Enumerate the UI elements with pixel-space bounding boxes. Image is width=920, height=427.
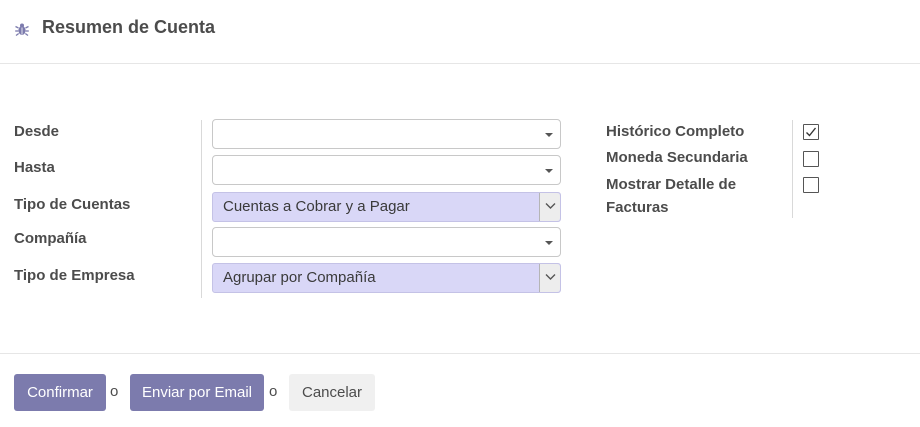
left-group-separator	[201, 120, 202, 298]
tipo-cuentas-value: Cuentas a Cobrar y a Pagar	[223, 198, 410, 215]
moneda-label: Moneda Secundaria	[606, 149, 748, 166]
tipo-empresa-label: Tipo de Empresa	[14, 267, 135, 284]
historico-checkbox[interactable]	[803, 124, 819, 140]
hasta-label: Hasta	[14, 159, 55, 176]
tipo-empresa-value: Agrupar por Compañía	[223, 269, 376, 286]
send-email-button[interactable]: Enviar por Email	[130, 374, 264, 411]
bug-icon	[15, 23, 29, 37]
checkmark-icon	[806, 127, 817, 137]
detalle-checkbox[interactable]	[803, 177, 819, 193]
detalle-label-line2: Facturas	[606, 199, 669, 216]
desde-label: Desde	[14, 123, 60, 140]
desde-field[interactable]	[212, 119, 561, 149]
chevron-down-icon	[545, 203, 556, 209]
caret-down-icon[interactable]	[545, 169, 553, 173]
caret-down-icon[interactable]	[545, 133, 553, 137]
right-group-separator	[792, 120, 793, 218]
or-text: o	[269, 383, 278, 400]
historico-label: Histórico Completo	[606, 123, 745, 140]
detalle-label-line1: Mostrar Detalle de	[606, 176, 737, 193]
dropdown-button[interactable]	[539, 193, 560, 221]
moneda-checkbox[interactable]	[803, 151, 819, 167]
chevron-down-icon	[545, 274, 556, 280]
dropdown-button[interactable]	[539, 264, 560, 292]
tipo-cuentas-label: Tipo de Cuentas	[14, 196, 131, 213]
cancel-button[interactable]: Cancelar	[289, 374, 375, 411]
footer-separator	[0, 353, 920, 354]
compania-label: Compañía	[14, 230, 87, 247]
confirm-button[interactable]: Confirmar	[14, 374, 106, 411]
compania-field[interactable]	[212, 227, 561, 257]
page-title: Resumen de Cuenta	[42, 17, 216, 37]
tipo-empresa-select[interactable]: Agrupar por Compañía	[212, 263, 561, 293]
hasta-field[interactable]	[212, 155, 561, 185]
tipo-cuentas-select[interactable]: Cuentas a Cobrar y a Pagar	[212, 192, 561, 222]
or-text: o	[110, 383, 119, 400]
caret-down-icon[interactable]	[545, 241, 553, 245]
dialog-header: Resumen de Cuenta	[0, 0, 920, 64]
